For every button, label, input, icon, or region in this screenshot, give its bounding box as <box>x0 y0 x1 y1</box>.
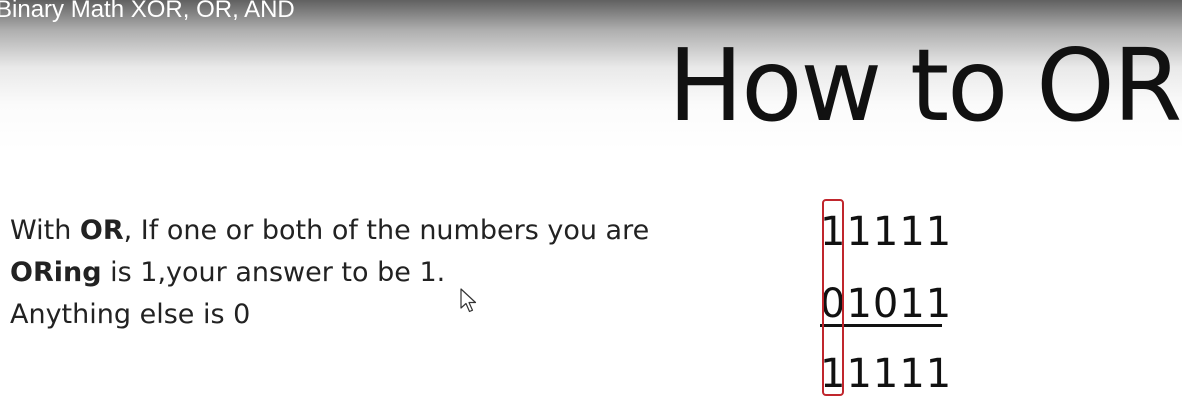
slide-heading: How to OR <box>668 27 1182 144</box>
explanation-line-2-bold: ORing <box>10 257 102 288</box>
explanation-line-2-suffix: is 1,your answer to be 1. <box>101 257 446 288</box>
explanation-line-1-bold: OR <box>79 215 124 246</box>
explanation-line-2: ORing is 1,your answer to be 1. <box>10 252 770 294</box>
explanation-text: With OR, If one or both of the numbers y… <box>10 210 770 336</box>
explanation-line-1-suffix: , If one or both of the numbers you are <box>123 215 650 246</box>
explanation-line-3: Anything else is 0 <box>10 299 251 330</box>
explanation-line-1-prefix: With <box>10 215 80 246</box>
explanation-line-1: With OR, If one or both of the numbers y… <box>10 210 770 252</box>
video-title[interactable]: Binary Math XOR, OR, AND <box>0 0 295 26</box>
mouse-pointer-icon <box>460 288 477 313</box>
column-highlight-box <box>822 199 844 396</box>
